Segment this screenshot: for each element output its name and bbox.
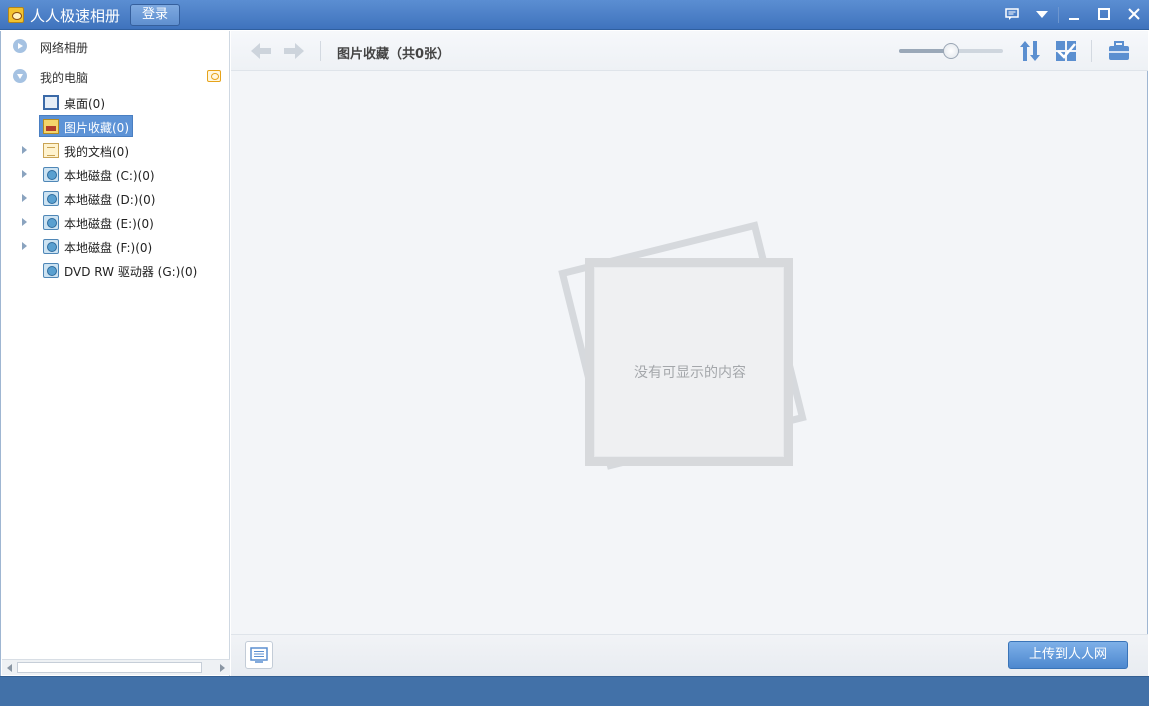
sidebar-group-label: 网络相册 — [40, 41, 89, 55]
tree-item-label: 本地磁盘 (E:)(0) — [64, 217, 154, 231]
tree-item-label: 本地磁盘 (D:)(0) — [64, 193, 156, 207]
disk-icon — [43, 167, 59, 182]
empty-message: 没有可显示的内容 — [634, 365, 746, 381]
title-bar: 人人极速相册 登录 — [0, 0, 1149, 30]
login-button[interactable]: 登录 — [130, 4, 180, 26]
main-content: 图片收藏（共0张） 没有可显示的内容 上传到人人网 — [231, 31, 1148, 676]
collapse-arrow-icon — [13, 69, 27, 83]
tree-item-disk-e[interactable]: 本地磁盘 (E:)(0) — [1, 211, 230, 233]
tree-item-label: 图片收藏(0) — [64, 121, 129, 135]
sidebar-horizontal-scrollbar[interactable] — [2, 659, 230, 675]
expand-arrow-icon[interactable] — [22, 170, 27, 178]
app-logo-icon — [8, 7, 24, 23]
back-arrow-icon[interactable] — [248, 40, 274, 62]
photo-frame-inner: 没有可显示的内容 — [594, 267, 784, 457]
tree-item-label: 本地磁盘 (C:)(0) — [64, 169, 155, 183]
page-title: 图片收藏（共0张） — [337, 47, 451, 62]
disk-icon — [43, 191, 59, 206]
list-view-button[interactable] — [245, 641, 273, 669]
expand-arrow-icon[interactable] — [22, 218, 27, 226]
tree-item-disk-f[interactable]: 本地磁盘 (F:)(0) — [1, 235, 230, 257]
titlebar-divider — [1058, 7, 1059, 23]
scroll-right-icon[interactable] — [220, 664, 225, 672]
desktop-icon — [43, 95, 59, 110]
tree-item-desktop[interactable]: 桌面(0) — [1, 91, 230, 113]
zoom-slider[interactable] — [899, 43, 1003, 59]
dropdown-icon[interactable] — [1031, 5, 1053, 25]
toolbar-divider — [320, 41, 321, 61]
tree-item-label: 本地磁盘 (F:)(0) — [64, 241, 153, 255]
empty-placeholder: 没有可显示的内容 — [558, 221, 820, 483]
scrollbar-thumb[interactable] — [17, 662, 202, 673]
toolbar: 图片收藏（共0张） — [231, 31, 1148, 71]
disk-icon — [43, 239, 59, 254]
tree-item-disk-d[interactable]: 本地磁盘 (D:)(0) — [1, 187, 230, 209]
upload-to-renren-button[interactable]: 上传到人人网 — [1008, 641, 1128, 669]
toolbox-icon[interactable] — [1107, 39, 1131, 63]
list-view-icon — [250, 647, 268, 663]
tree-item-disk-c[interactable]: 本地磁盘 (C:)(0) — [1, 163, 230, 185]
expand-arrow-icon — [13, 39, 27, 53]
status-bar — [0, 676, 1149, 706]
forward-arrow-icon[interactable] — [281, 40, 307, 62]
documents-icon — [43, 143, 59, 158]
expand-arrow-icon[interactable] — [22, 194, 27, 202]
tree-item-label: DVD RW 驱动器 (G:)(0) — [64, 265, 198, 279]
tree-item-label: 桌面(0) — [64, 97, 105, 111]
dvd-drive-icon — [43, 263, 59, 278]
toolbar-divider — [1091, 40, 1092, 62]
sort-icon[interactable] — [1018, 39, 1042, 63]
tree-item-pictures[interactable]: 图片收藏(0) — [1, 115, 230, 137]
view-toggle-icon[interactable] — [207, 70, 221, 82]
sidebar-group-online-albums[interactable]: 网络相册 — [1, 33, 230, 59]
tree-item-dvd-g[interactable]: DVD RW 驱动器 (G:)(0) — [1, 259, 230, 281]
photo-frame-front: 没有可显示的内容 — [585, 258, 793, 466]
app-title: 人人极速相册 — [30, 7, 121, 25]
bottom-bar: 上传到人人网 — [231, 634, 1148, 676]
select-all-icon[interactable] — [1054, 39, 1078, 63]
sidebar: 网络相册 我的电脑 桌面(0) 图片收藏(0) 我的文档(0) 本地磁盘 (C:… — [0, 31, 230, 676]
tree-item-documents[interactable]: 我的文档(0) — [1, 139, 230, 161]
pictures-folder-icon — [43, 119, 59, 134]
maximize-icon[interactable] — [1093, 5, 1115, 25]
minimize-icon[interactable] — [1063, 5, 1085, 25]
close-icon[interactable] — [1123, 5, 1145, 25]
message-icon[interactable] — [1001, 5, 1023, 25]
disk-icon — [43, 215, 59, 230]
expand-arrow-icon[interactable] — [22, 146, 27, 154]
sidebar-group-label: 我的电脑 — [40, 71, 89, 85]
scroll-left-icon[interactable] — [7, 664, 12, 672]
expand-arrow-icon[interactable] — [22, 242, 27, 250]
zoom-slider-handle[interactable] — [943, 43, 959, 59]
sidebar-group-my-computer[interactable]: 我的电脑 — [1, 63, 230, 89]
tree-item-label: 我的文档(0) — [64, 145, 129, 159]
